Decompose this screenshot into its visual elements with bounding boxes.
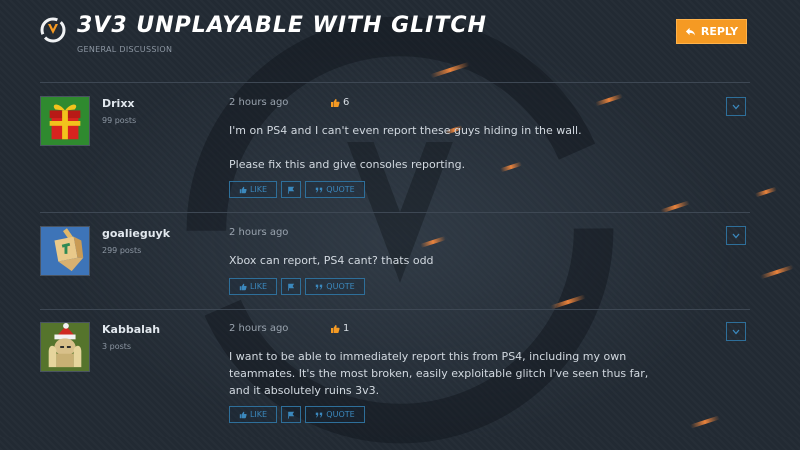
divider <box>40 82 750 83</box>
post-count: 3 posts <box>102 342 132 351</box>
post-menu-toggle[interactable] <box>726 226 746 245</box>
post-time[interactable]: 2 hours ago <box>229 323 288 334</box>
santa-character-icon <box>41 323 89 371</box>
reply-button-label: REPLY <box>700 25 739 38</box>
like-count-value: 1 <box>343 323 350 334</box>
avatar[interactable] <box>40 322 90 372</box>
report-button[interactable] <box>281 406 301 423</box>
flag-icon <box>288 186 295 194</box>
like-button[interactable]: LIKE <box>229 406 277 423</box>
post-body: I'm on PS4 and I can't even report these… <box>229 122 699 173</box>
quote-button-label: QUOTE <box>326 410 355 419</box>
post-author[interactable]: Kabbalah <box>102 323 160 336</box>
forum-post: goalieguyk 299 posts 2 hours ago Xbox ca… <box>40 226 750 302</box>
thumbs-up-icon <box>331 98 340 107</box>
chevron-down-icon <box>732 104 740 109</box>
post-time[interactable]: 2 hours ago <box>229 227 288 238</box>
quote-icon <box>316 284 323 289</box>
report-button[interactable] <box>281 278 301 295</box>
like-count: 6 <box>330 97 349 108</box>
topic-header: 3V3 UNPLAYABLE WITH GLITCH GENERAL DISCU… <box>0 0 800 80</box>
chevron-down-icon <box>732 233 740 238</box>
quote-button[interactable]: QUOTE <box>305 278 365 295</box>
ember-particle <box>760 264 794 280</box>
overwatch-logo-icon <box>40 17 66 43</box>
flag-icon <box>288 283 295 291</box>
post-actions: LIKE QUOTE <box>229 181 365 198</box>
like-count: 1 <box>330 323 349 334</box>
like-button-label: LIKE <box>249 410 268 419</box>
thumbs-up-icon <box>239 411 247 418</box>
post-body: I want to be able to immediately report … <box>229 348 669 399</box>
post-paragraph: I'm on PS4 and I can't even report these… <box>229 124 582 137</box>
chevron-down-icon <box>732 329 740 334</box>
quote-icon <box>316 412 323 417</box>
quote-icon <box>316 187 323 192</box>
thumbs-up-icon <box>331 324 340 333</box>
gift-icon <box>41 97 89 145</box>
forum-post: Kabbalah 3 posts 2 hours ago 1 I want to… <box>40 322 750 430</box>
quote-button-label: QUOTE <box>326 185 355 194</box>
dreidel-icon <box>41 227 89 275</box>
flag-icon <box>288 411 295 419</box>
report-button[interactable] <box>281 181 301 198</box>
post-body: Xbox can report, PS4 cant? thats odd <box>229 252 699 269</box>
like-button[interactable]: LIKE <box>229 278 277 295</box>
post-menu-toggle[interactable] <box>726 97 746 116</box>
post-paragraph: Please fix this and give consoles report… <box>229 158 466 171</box>
reply-button[interactable]: REPLY <box>676 19 747 44</box>
post-paragraph: Xbox can report, PS4 cant? thats odd <box>229 254 434 267</box>
thumbs-up-icon <box>239 283 247 290</box>
post-paragraph: I want to be able to immediately report … <box>229 350 649 397</box>
breadcrumb-category[interactable]: GENERAL DISCUSSION <box>77 45 172 54</box>
post-author[interactable]: goalieguyk <box>102 227 170 240</box>
thumbs-up-icon <box>239 186 247 193</box>
post-menu-toggle[interactable] <box>726 322 746 341</box>
quote-button-label: QUOTE <box>326 282 355 291</box>
post-time[interactable]: 2 hours ago <box>229 97 288 108</box>
like-button[interactable]: LIKE <box>229 181 277 198</box>
post-author[interactable]: Drixx <box>102 97 135 110</box>
like-button-label: LIKE <box>249 185 268 194</box>
forum-post: Drixx 99 posts 2 hours ago 6 I'm on PS4 … <box>40 96 750 204</box>
divider <box>40 212 750 213</box>
quote-button[interactable]: QUOTE <box>305 406 365 423</box>
post-count: 99 posts <box>102 116 137 125</box>
post-actions: LIKE QUOTE <box>229 406 365 423</box>
avatar[interactable] <box>40 226 90 276</box>
post-actions: LIKE QUOTE <box>229 278 365 295</box>
page-title: 3V3 UNPLAYABLE WITH GLITCH <box>77 13 487 38</box>
quote-button[interactable]: QUOTE <box>305 181 365 198</box>
reply-icon <box>685 27 695 36</box>
ember-particle <box>754 186 778 198</box>
post-count: 299 posts <box>102 246 142 255</box>
avatar[interactable] <box>40 96 90 146</box>
like-button-label: LIKE <box>249 282 268 291</box>
divider <box>40 309 750 310</box>
like-count-value: 6 <box>343 97 350 108</box>
